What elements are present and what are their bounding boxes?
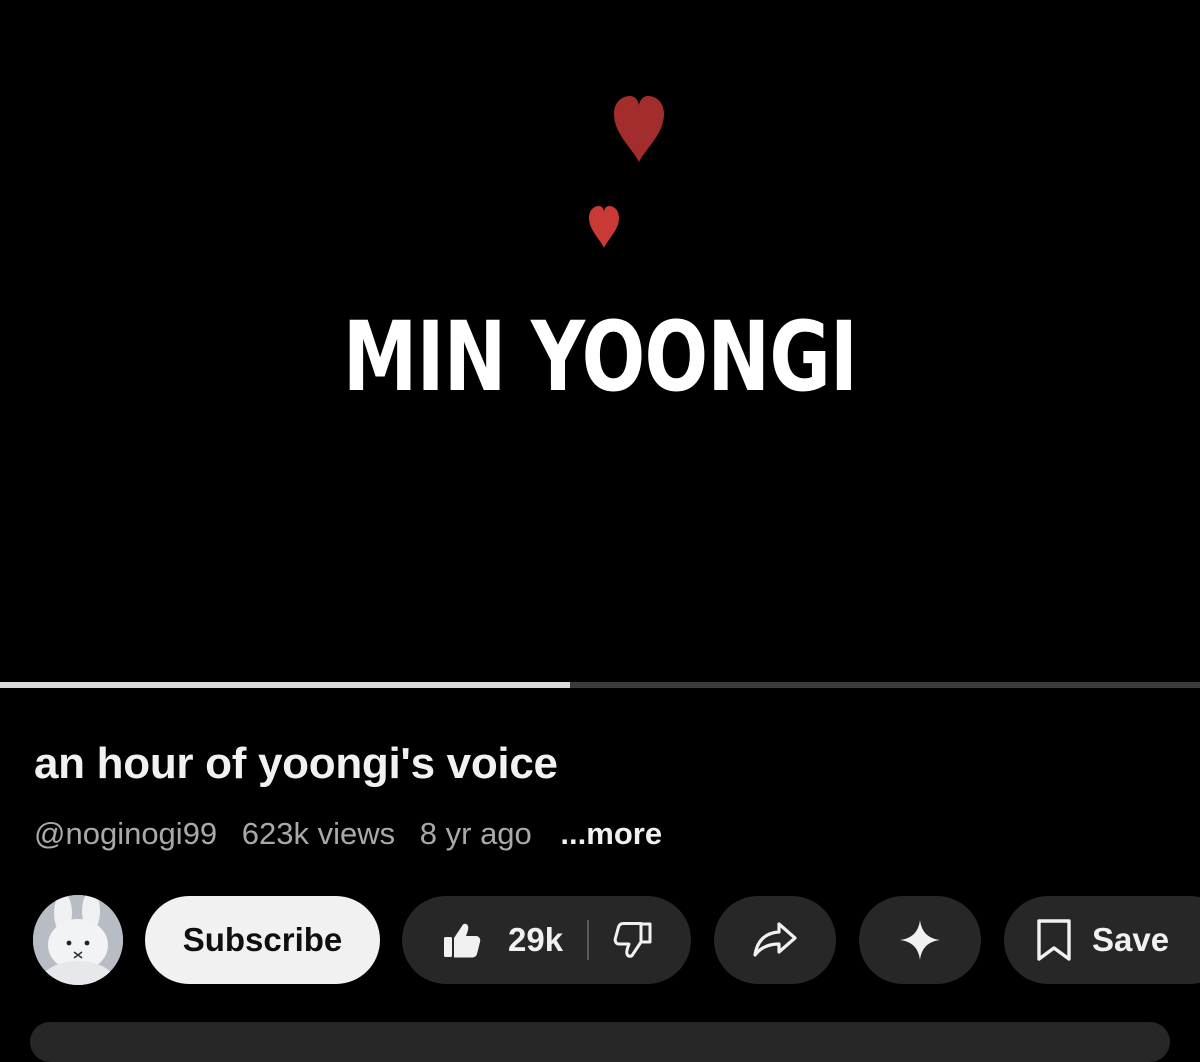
comments-preview-card[interactable] bbox=[30, 1022, 1170, 1062]
heart-icon bbox=[589, 206, 619, 248]
thumbs-down-icon bbox=[613, 920, 653, 960]
like-count: 29k bbox=[508, 921, 564, 958]
channel-avatar[interactable] bbox=[33, 895, 123, 985]
share-button[interactable] bbox=[714, 896, 836, 984]
video-meta-row: @noginogi99 623k views 8 yr ago ...more bbox=[34, 812, 678, 856]
channel-handle[interactable]: @noginogi99 bbox=[34, 816, 217, 851]
action-row: Subscribe 29k Save bbox=[0, 893, 1200, 985]
video-player[interactable]: MIN YOONGI bbox=[0, 0, 1200, 684]
dislike-button[interactable] bbox=[589, 896, 653, 984]
like-button[interactable]: 29k bbox=[402, 896, 563, 984]
subscribe-button[interactable]: Subscribe bbox=[145, 896, 380, 984]
save-label: Save bbox=[1092, 921, 1170, 958]
ask-ai-button[interactable] bbox=[859, 896, 981, 984]
save-button[interactable]: Save bbox=[1004, 896, 1200, 984]
upload-age: 8 yr ago bbox=[419, 816, 532, 851]
video-progress-bar[interactable] bbox=[0, 682, 1200, 688]
more-description-link[interactable]: ...more bbox=[560, 816, 662, 851]
video-progress-fill bbox=[0, 682, 570, 688]
share-icon bbox=[751, 920, 799, 960]
bookmark-icon bbox=[1034, 918, 1074, 962]
heart-icon bbox=[614, 96, 664, 162]
thumbs-up-icon bbox=[442, 920, 482, 960]
bunny-plush-avatar-image bbox=[33, 895, 123, 985]
like-dislike-group: 29k bbox=[402, 896, 691, 984]
sparkle-icon bbox=[898, 918, 942, 962]
video-overlay-title: MIN YOONGI bbox=[342, 301, 858, 413]
video-title: an hour of yoongi's voice bbox=[34, 739, 558, 788]
view-count: 623k views bbox=[241, 816, 396, 851]
